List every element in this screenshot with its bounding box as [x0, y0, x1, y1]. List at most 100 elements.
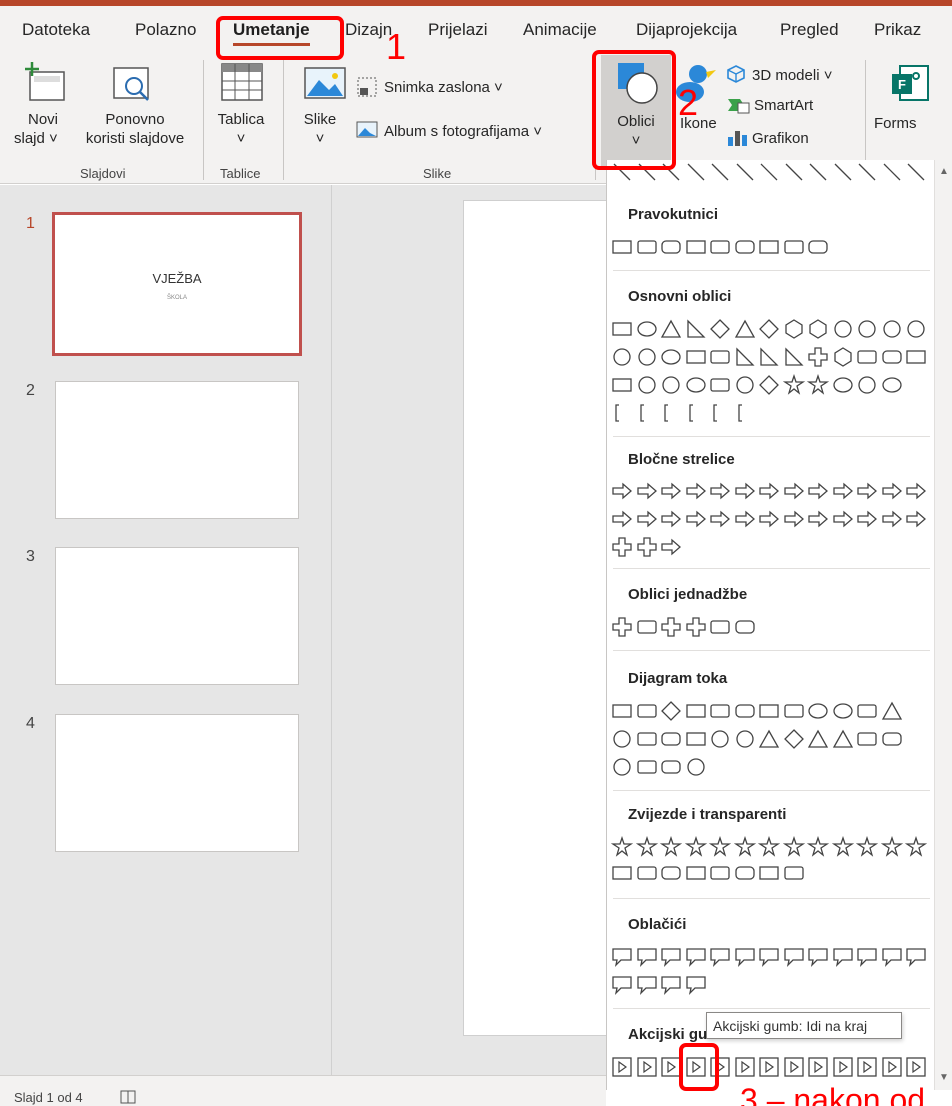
shape-arrow-icon[interactable]: [807, 508, 829, 530]
shape-poly-icon[interactable]: [832, 346, 854, 368]
shape-star-icon[interactable]: [660, 836, 682, 858]
shape-rect-icon[interactable]: [636, 616, 658, 638]
shape-callout-icon[interactable]: [611, 946, 633, 968]
shape-arrow-icon[interactable]: [832, 508, 854, 530]
shape-action-icon[interactable]: [636, 1056, 658, 1078]
screenshot-button[interactable]: Snimka zaslona ˅: [384, 78, 503, 97]
shape-rect-icon[interactable]: [660, 756, 682, 778]
shape-ellipse-icon[interactable]: [832, 374, 854, 396]
notes-icon[interactable]: [120, 1090, 136, 1104]
shape-arrow-icon[interactable]: [660, 480, 682, 502]
shape-rect-icon[interactable]: [758, 862, 780, 884]
shape-rect-icon[interactable]: [881, 346, 903, 368]
shape-rect-icon[interactable]: [758, 700, 780, 722]
shape-circ-icon[interactable]: [611, 728, 633, 750]
shape-line-icon[interactable]: [807, 161, 829, 183]
shape-diamond-icon[interactable]: [783, 728, 805, 750]
forms-button[interactable]: Forms: [874, 114, 917, 133]
shape-action-icon[interactable]: [856, 1056, 878, 1078]
shape-rect-icon[interactable]: [734, 862, 756, 884]
shape-circ-icon[interactable]: [685, 756, 707, 778]
shape-diamond-icon[interactable]: [758, 318, 780, 340]
shape-rect-icon[interactable]: [611, 862, 633, 884]
shape-arrow-icon[interactable]: [636, 480, 658, 502]
shape-callout-icon[interactable]: [832, 946, 854, 968]
shape-poly-icon[interactable]: [783, 318, 805, 340]
shape-arrow-icon[interactable]: [758, 508, 780, 530]
scroll-down-arrow[interactable]: ▼: [938, 1072, 950, 1084]
shape-action-icon[interactable]: [611, 1056, 633, 1078]
shape-rect-icon[interactable]: [636, 700, 658, 722]
shape-circ-icon[interactable]: [636, 374, 658, 396]
photo-album-button[interactable]: Album s fotografijama ˅: [384, 122, 542, 141]
shape-star-icon[interactable]: [880, 836, 903, 858]
shape-ellipse-icon[interactable]: [660, 346, 682, 368]
shape-arrow-icon[interactable]: [758, 480, 780, 502]
shape-callout-icon[interactable]: [685, 946, 707, 968]
slide-thumbnail-4[interactable]: [55, 714, 299, 852]
shape-line-icon[interactable]: [783, 161, 805, 183]
shape-rect-icon[interactable]: [685, 346, 707, 368]
shape-bracket-icon[interactable]: [636, 402, 658, 424]
slide-thumbnail-2[interactable]: [55, 381, 299, 519]
shape-ellipse-icon[interactable]: [636, 318, 658, 340]
shape-circ-icon[interactable]: [660, 374, 682, 396]
shape-rtri-icon[interactable]: [783, 346, 805, 368]
shape-star-icon[interactable]: [782, 836, 805, 858]
shape-ellipse-icon[interactable]: [807, 700, 829, 722]
shape-ellipse-icon[interactable]: [881, 374, 903, 396]
shape-arrow-icon[interactable]: [905, 508, 927, 530]
shape-line-icon[interactable]: [881, 161, 903, 183]
shape-rect-icon[interactable]: [783, 862, 805, 884]
shape-action-icon[interactable]: [881, 1056, 903, 1078]
tab-slideshow[interactable]: Dijaprojekcija: [636, 20, 737, 40]
shape-star-icon[interactable]: [807, 836, 829, 858]
shape-rect-icon[interactable]: [611, 236, 633, 258]
shape-arrow-icon[interactable]: [611, 480, 633, 502]
shape-rect-icon[interactable]: [758, 236, 780, 258]
shape-rect-icon[interactable]: [611, 374, 633, 396]
shape-rect-icon[interactable]: [709, 346, 731, 368]
shape-tri-icon[interactable]: [832, 728, 854, 750]
shape-star-icon[interactable]: [782, 374, 805, 396]
shape-action-icon[interactable]: [832, 1056, 854, 1078]
shape-arrow-icon[interactable]: [832, 480, 854, 502]
shape-star-icon[interactable]: [807, 374, 829, 396]
smartart-button[interactable]: SmartArt: [754, 96, 813, 115]
shape-rect-icon[interactable]: [807, 236, 829, 258]
shape-rect-icon[interactable]: [783, 700, 805, 722]
tab-transitions[interactable]: Prijelazi: [428, 20, 488, 40]
shape-star-icon[interactable]: [905, 836, 927, 858]
shape-callout-icon[interactable]: [660, 946, 682, 968]
tab-view[interactable]: Prikaz: [874, 20, 921, 40]
pictures-button[interactable]: Slike ˅: [290, 110, 350, 148]
shape-plus-icon[interactable]: [685, 616, 707, 638]
shape-arrow-icon[interactable]: [856, 508, 878, 530]
shape-rect-icon[interactable]: [783, 236, 805, 258]
shape-action-icon[interactable]: [783, 1056, 805, 1078]
shape-action-icon[interactable]: [807, 1056, 829, 1078]
shape-arrow-icon[interactable]: [660, 536, 682, 558]
shape-tri-icon[interactable]: [660, 318, 682, 340]
3d-models-button[interactable]: 3D modeli ˅: [752, 66, 832, 85]
tab-animations[interactable]: Animacije: [523, 20, 597, 40]
table-button[interactable]: Tablica ˅: [206, 110, 276, 148]
shape-rect-icon[interactable]: [685, 700, 707, 722]
shape-rect-icon[interactable]: [636, 728, 658, 750]
shape-arrow-icon[interactable]: [611, 508, 633, 530]
shape-callout-icon[interactable]: [709, 946, 731, 968]
tab-file[interactable]: Datoteka: [22, 20, 90, 40]
shape-arrow-icon[interactable]: [734, 508, 756, 530]
shape-arrow-icon[interactable]: [905, 480, 927, 502]
shape-rtri-icon[interactable]: [734, 346, 756, 368]
shape-rect-icon[interactable]: [685, 728, 707, 750]
shape-arrow-icon[interactable]: [881, 480, 903, 502]
shape-arrow-icon[interactable]: [856, 480, 878, 502]
shape-rect-icon[interactable]: [881, 728, 903, 750]
shape-callout-icon[interactable]: [758, 946, 780, 968]
shape-arrow-icon[interactable]: [685, 508, 707, 530]
shape-poly-icon[interactable]: [807, 318, 829, 340]
shape-callout-icon[interactable]: [636, 946, 658, 968]
shape-plus-icon[interactable]: [636, 536, 658, 558]
shape-arrow-icon[interactable]: [685, 480, 707, 502]
